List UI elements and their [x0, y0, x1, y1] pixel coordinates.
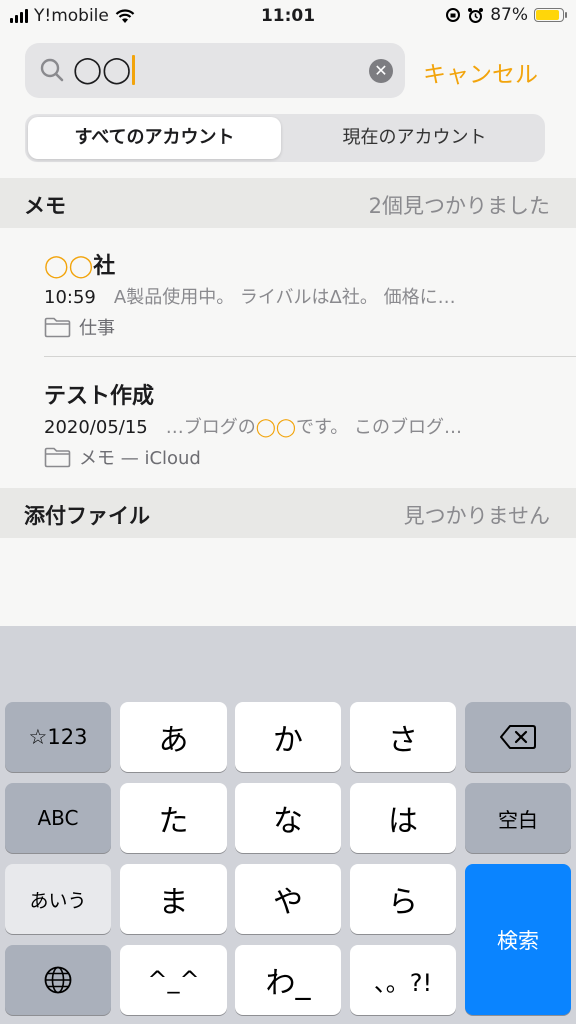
key-ha[interactable]: は — [350, 783, 456, 853]
note-title-suffix: 社 — [93, 254, 116, 279]
status-bar: Y!mobile 11:01 87% — [0, 0, 576, 34]
note-detail-line: 2020/05/15 …ブログの◯◯です。 このブログ… — [44, 413, 544, 439]
backspace-key[interactable] — [465, 702, 571, 772]
key-aiu[interactable]: あいう — [5, 864, 111, 934]
key-abc[interactable]: ABC — [5, 783, 111, 853]
note-title: ◯◯社 — [44, 248, 115, 280]
note-detail-line: 10:59 A製品使用中。 ライバルはΔ社。 価格に… — [44, 283, 544, 309]
rotation-lock-icon — [446, 8, 461, 22]
key-ma[interactable]: ま — [120, 864, 227, 934]
battery-icon — [534, 8, 567, 22]
search-input[interactable]: ◯◯ — [73, 53, 136, 87]
attachments-status: 見つかりません — [403, 504, 550, 528]
search-field[interactable]: ◯◯ ✕ — [25, 43, 405, 98]
segment-current-account[interactable]: 現在のアカウント — [287, 117, 542, 159]
text-caret — [132, 55, 136, 85]
search-key[interactable]: 検索 — [465, 864, 571, 1015]
note-folder-name: 仕事 — [79, 318, 115, 339]
backspace-icon — [500, 725, 536, 749]
search-icon — [40, 58, 64, 82]
note-preview-after: です。 このブログ… — [296, 417, 462, 438]
globe-key[interactable] — [5, 945, 111, 1015]
keyboard: ☆123 あ か さ ABC た な は 空白 あいう ま や ら 検索 ^_^… — [0, 626, 576, 1024]
folder-icon — [44, 317, 71, 337]
note-item[interactable]: テスト作成 2020/05/15 …ブログの◯◯です。 このブログ… メモ — i… — [0, 358, 576, 488]
key-ra[interactable]: ら — [350, 864, 456, 934]
note-item[interactable]: ◯◯社 10:59 A製品使用中。 ライバルはΔ社。 価格に… 仕事 — [0, 228, 576, 358]
key-numbers[interactable]: ☆123 — [5, 702, 111, 772]
globe-icon — [44, 966, 72, 994]
space-key[interactable]: 空白 — [465, 783, 571, 853]
note-title-highlight: ◯◯ — [44, 254, 94, 279]
note-folder: 仕事 — [44, 314, 115, 340]
folder-icon — [44, 447, 71, 467]
battery-fill — [536, 10, 559, 20]
key-na[interactable]: な — [235, 783, 341, 853]
memo-section-title: メモ — [24, 194, 66, 218]
clear-icon[interactable]: ✕ — [369, 59, 393, 83]
list-divider — [44, 356, 576, 357]
key-wa[interactable]: わ_ — [235, 945, 341, 1015]
note-folder-name: メモ — iCloud — [79, 448, 201, 469]
memo-section-header: メモ 2個見つかりました — [0, 178, 576, 228]
key-punctuation[interactable]: 、。?! — [350, 945, 456, 1015]
memo-result-count: 2個見つかりました — [368, 194, 550, 218]
note-preview-before: …ブログの — [165, 417, 256, 438]
battery-percent: 87% — [490, 5, 528, 25]
search-query-text: ◯◯ — [73, 55, 132, 85]
attachments-section-header: 添付ファイル 見つかりません — [0, 488, 576, 538]
key-emoticon[interactable]: ^_^ — [120, 945, 227, 1015]
account-scope-segmented-control: すべてのアカウント 現在のアカウント — [25, 114, 545, 162]
key-ka[interactable]: か — [235, 702, 341, 772]
key-a[interactable]: あ — [120, 702, 227, 772]
key-sa[interactable]: さ — [350, 702, 456, 772]
note-preview-highlight: ◯◯ — [255, 417, 297, 438]
note-date: 10:59 — [44, 287, 96, 308]
alarm-icon — [468, 7, 484, 23]
note-folder: メモ — iCloud — [44, 444, 201, 470]
note-preview: A製品使用中。 ライバルはΔ社。 価格に… — [113, 287, 456, 308]
key-ta[interactable]: た — [120, 783, 227, 853]
attachments-section-title: 添付ファイル — [24, 504, 150, 528]
note-title: テスト作成 — [44, 384, 155, 409]
note-date: 2020/05/15 — [44, 417, 148, 438]
segment-all-accounts[interactable]: すべてのアカウント — [28, 117, 281, 159]
status-right: 87% — [445, 5, 567, 25]
key-ya[interactable]: や — [235, 864, 341, 934]
cancel-button[interactable]: キャンセル — [423, 55, 538, 89]
